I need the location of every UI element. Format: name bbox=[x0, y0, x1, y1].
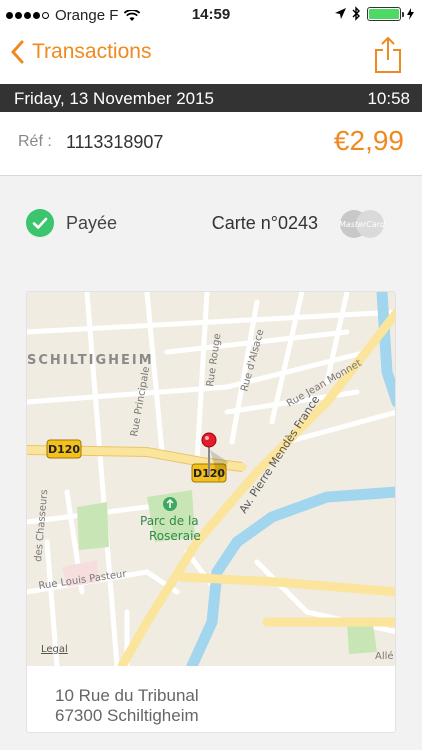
address-block: 10 Rue du Tribunal 67300 Schiltigheim bbox=[55, 686, 199, 726]
navigation-bar: Transactions bbox=[0, 30, 422, 84]
map-label-d120-a: D120 bbox=[48, 443, 80, 456]
payment-status-row: Payée Carte n°0243 MasterCard bbox=[0, 200, 422, 246]
reference-label: Réf : bbox=[18, 133, 52, 150]
date-bar: Friday, 13 November 2015 10:58 bbox=[0, 84, 422, 112]
map-label-alle: Allé bbox=[375, 650, 394, 662]
check-icon bbox=[26, 209, 54, 237]
battery-level bbox=[369, 8, 399, 19]
map-label-city: SCHILTIGHEIM bbox=[27, 353, 154, 368]
share-icon[interactable] bbox=[374, 36, 402, 74]
chevron-left-icon bbox=[11, 40, 24, 64]
transaction-date: Friday, 13 November 2015 bbox=[14, 89, 215, 108]
status-bar: Orange F 14:59 bbox=[0, 0, 422, 30]
back-label: Transactions bbox=[32, 40, 152, 63]
transaction-time: 10:58 bbox=[367, 89, 410, 108]
transaction-amount: €2,99 bbox=[333, 125, 404, 156]
map-label-park-1: Parc de la bbox=[140, 514, 199, 528]
mastercard-logo-icon: MasterCard bbox=[339, 210, 386, 238]
map-drawing: D120 D120 SCHILTIGHEIM Rue Rouge Rue d'A… bbox=[27, 292, 395, 666]
reference-row: Réf : 1113318907 €2,99 bbox=[0, 112, 422, 176]
bluetooth-icon bbox=[352, 6, 360, 21]
map-legal-link: Legal bbox=[41, 644, 68, 655]
map-label-park-2: Roseraie bbox=[149, 529, 201, 543]
card-brand: MasterCard bbox=[339, 220, 386, 229]
status-right bbox=[335, 6, 414, 21]
payment-status: Payée bbox=[66, 213, 118, 233]
battery-icon bbox=[367, 6, 404, 21]
location-card: D120 D120 SCHILTIGHEIM Rue Rouge Rue d'A… bbox=[26, 291, 396, 733]
reference-number: 1113318907 bbox=[66, 132, 164, 152]
back-button[interactable]: Transactions bbox=[10, 40, 151, 64]
address-city: 67300 Schiltigheim bbox=[55, 706, 199, 725]
charging-icon bbox=[407, 7, 414, 20]
map-view[interactable]: D120 D120 SCHILTIGHEIM Rue Rouge Rue d'A… bbox=[27, 292, 395, 666]
location-arrow-icon bbox=[335, 8, 346, 19]
address-street: 10 Rue du Tribunal bbox=[55, 686, 199, 705]
card-number: Carte n°0243 bbox=[211, 213, 318, 233]
